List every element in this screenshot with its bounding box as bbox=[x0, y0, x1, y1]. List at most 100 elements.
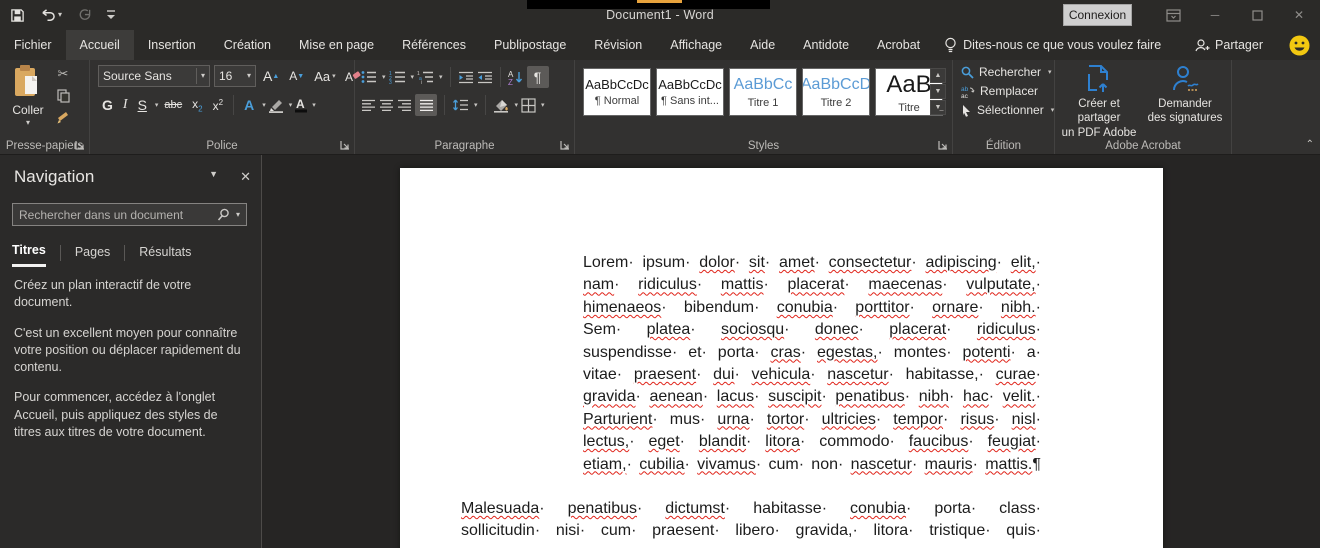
font-dialog-launcher[interactable] bbox=[339, 139, 351, 151]
paragraph-dialog-launcher[interactable] bbox=[559, 139, 571, 151]
decrease-indent-button[interactable] bbox=[458, 71, 474, 84]
word-token: non · bbox=[811, 455, 844, 473]
font-name-value: Source Sans bbox=[103, 69, 172, 83]
document-text[interactable]: Lorem · ipsum · dolor · sit · amet · consectetur · a… bbox=[400, 254, 1163, 548]
styles-scroll-up-button[interactable]: ▲ bbox=[930, 68, 946, 83]
style-card--sans-int-[interactable]: AaBbCcDc ¶ Sans int... bbox=[656, 68, 724, 116]
numbering-caret[interactable]: ▾ bbox=[411, 73, 415, 81]
close-button[interactable]: ✕ bbox=[1278, 0, 1320, 30]
font-color-button[interactable]: A bbox=[294, 97, 308, 113]
show-formatting-marks-button[interactable]: ¶ bbox=[526, 66, 549, 88]
collapse-ribbon-button[interactable]: ⌃ bbox=[1306, 139, 1314, 150]
create-pdf-label-2: un PDF Adobe bbox=[1061, 126, 1137, 139]
tab-accueil[interactable]: Accueil bbox=[65, 30, 134, 60]
bullets-caret[interactable]: ▾ bbox=[382, 73, 386, 81]
style-card--normal[interactable]: AaBbCcDc ¶ Normal bbox=[583, 68, 651, 116]
italic-button[interactable]: I bbox=[119, 97, 132, 113]
tab-références[interactable]: Références bbox=[388, 30, 480, 60]
align-right-button[interactable] bbox=[397, 99, 412, 112]
tab-insertion[interactable]: Insertion bbox=[134, 30, 210, 60]
tab-acrobat[interactable]: Acrobat bbox=[863, 30, 934, 60]
tab-création[interactable]: Création bbox=[210, 30, 285, 60]
word-token: dolor · bbox=[699, 254, 741, 271]
format-painter-icon[interactable] bbox=[56, 110, 70, 124]
shrink-font-button[interactable]: A ▼ bbox=[286, 69, 307, 83]
text-effects-caret[interactable]: ▾ bbox=[262, 101, 266, 109]
request-signatures-button[interactable]: Demander des signatures bbox=[1143, 64, 1227, 126]
font-name-combo[interactable]: Source Sans ▾ bbox=[98, 65, 210, 87]
superscript-button[interactable]: x2 bbox=[209, 98, 227, 113]
multilevel-list-button[interactable]: 1ai bbox=[417, 70, 434, 84]
create-pdf-button[interactable]: Créer et partager un PDF Adobe bbox=[1057, 64, 1141, 140]
feedback-smiley-icon[interactable] bbox=[1289, 35, 1310, 56]
word-token: egestas, · bbox=[817, 343, 883, 361]
navigation-search-icon[interactable] bbox=[217, 208, 230, 221]
styles-dialog-launcher[interactable] bbox=[937, 139, 949, 151]
styles-scroll-down-button[interactable]: ▼ bbox=[930, 84, 946, 99]
ribbon-display-options-button[interactable] bbox=[1152, 0, 1194, 30]
connexion-button[interactable]: Connexion bbox=[1063, 4, 1132, 26]
tab-aide[interactable]: Aide bbox=[736, 30, 789, 60]
clipboard-dialog-launcher[interactable] bbox=[74, 139, 86, 151]
line-spacing-caret[interactable]: ▾ bbox=[474, 101, 478, 109]
tab-fichier[interactable]: Fichier bbox=[0, 30, 66, 60]
style-card-titre-1[interactable]: AaBbCc Titre 1 bbox=[729, 68, 797, 116]
change-case-button[interactable]: Aa ▾ bbox=[311, 69, 338, 84]
document-page[interactable]: Lorem · ipsum · dolor · sit · amet · consectetur · a… bbox=[400, 168, 1163, 548]
underline-button[interactable]: S bbox=[134, 97, 151, 113]
grow-font-button[interactable]: A ▲ bbox=[260, 68, 282, 84]
align-center-button[interactable] bbox=[379, 99, 394, 112]
highlight-button[interactable] bbox=[268, 98, 285, 113]
bold-button[interactable]: G bbox=[98, 97, 117, 113]
tab-antidote[interactable]: Antidote bbox=[789, 30, 863, 60]
tell-me-box[interactable]: Dites-nous ce que vous voulez faire bbox=[934, 30, 1171, 60]
word-token: adipiscing · bbox=[925, 254, 1002, 271]
tab-mise-en-page[interactable]: Mise en page bbox=[285, 30, 388, 60]
justify-button[interactable] bbox=[415, 94, 437, 116]
navtab-titres[interactable]: Titres bbox=[12, 239, 46, 267]
navigation-search-box[interactable]: Rechercher dans un document ▾ bbox=[12, 203, 247, 226]
borders-button[interactable] bbox=[521, 97, 536, 113]
shading-button[interactable] bbox=[493, 98, 510, 113]
navigation-pane-menu-caret[interactable]: ▼ bbox=[209, 169, 218, 185]
font-color-caret[interactable]: ▾ bbox=[312, 101, 316, 109]
find-button[interactable]: Rechercher ▾ bbox=[961, 65, 1054, 79]
word-token: conubia · bbox=[776, 298, 839, 316]
request-signatures-icon bbox=[1173, 66, 1199, 91]
line-spacing-button[interactable] bbox=[452, 98, 469, 112]
tab-publipostage[interactable]: Publipostage bbox=[480, 30, 580, 60]
copy-icon[interactable] bbox=[56, 89, 70, 103]
highlight-caret[interactable]: ▾ bbox=[289, 101, 293, 109]
navigation-pane-close-icon[interactable]: ✕ bbox=[240, 169, 251, 185]
share-button[interactable]: Partager bbox=[1194, 38, 1263, 53]
word-token: eget · bbox=[648, 433, 685, 451]
paste-button[interactable]: Coller ▾ bbox=[6, 64, 50, 140]
replace-button[interactable]: ab ac Remplacer bbox=[961, 84, 1054, 98]
shading-caret[interactable]: ▾ bbox=[515, 101, 519, 109]
tab-révision[interactable]: Révision bbox=[580, 30, 656, 60]
numbering-button[interactable]: 123 bbox=[389, 70, 406, 84]
subscript-button[interactable]: x2 bbox=[188, 97, 206, 113]
document-line: himenaeos · bibendum · conubia · porttitor · orn… bbox=[583, 299, 1041, 321]
style-card-titre-2[interactable]: AaBbCcD Titre 2 bbox=[802, 68, 870, 116]
font-size-combo[interactable]: 16 ▾ bbox=[214, 65, 256, 87]
sort-button[interactable]: AZ bbox=[508, 70, 524, 85]
paste-dropdown-caret[interactable]: ▾ bbox=[26, 119, 30, 127]
borders-caret[interactable]: ▾ bbox=[541, 101, 545, 109]
styles-more-button[interactable]: ▼̲ bbox=[930, 100, 946, 115]
increase-indent-button[interactable] bbox=[477, 71, 493, 84]
strikethrough-button[interactable]: abc bbox=[160, 99, 186, 111]
align-left-button[interactable] bbox=[361, 99, 376, 112]
multilevel-list-caret[interactable]: ▾ bbox=[439, 73, 443, 81]
underline-caret[interactable]: ▾ bbox=[155, 101, 159, 109]
navigation-search-caret[interactable]: ▾ bbox=[236, 210, 240, 219]
navtab-pages[interactable]: Pages bbox=[75, 241, 110, 266]
text-effects-button[interactable]: A bbox=[240, 97, 258, 113]
cut-icon[interactable]: ✂ bbox=[56, 66, 70, 82]
tab-affichage[interactable]: Affichage bbox=[656, 30, 736, 60]
minimize-button[interactable]: ─ bbox=[1194, 0, 1236, 30]
maximize-button[interactable] bbox=[1236, 0, 1278, 30]
select-button[interactable]: Sélectionner ▾ bbox=[961, 103, 1054, 117]
navtab-résultats[interactable]: Résultats bbox=[139, 241, 191, 266]
bullets-button[interactable] bbox=[361, 70, 377, 84]
